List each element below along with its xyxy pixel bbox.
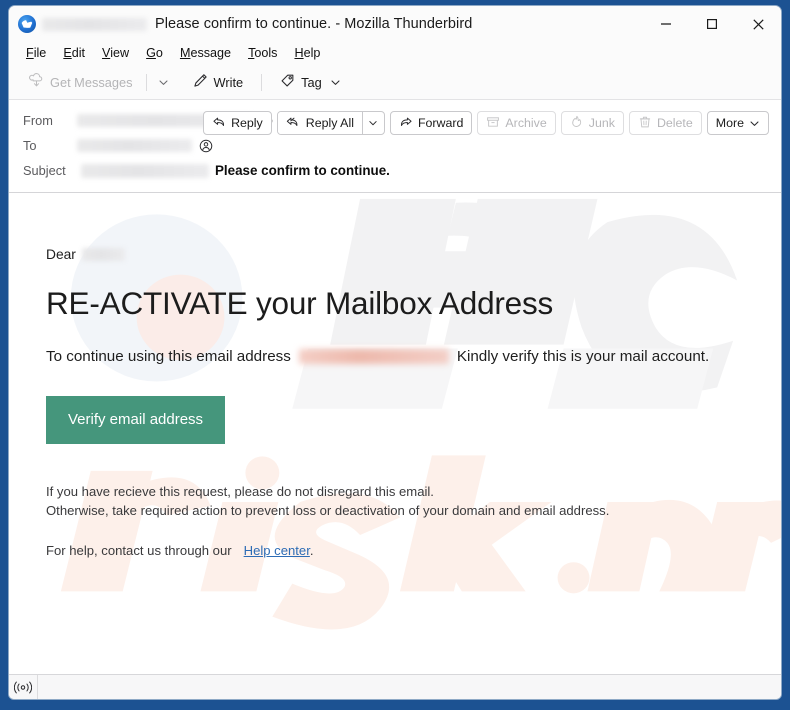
- write-button[interactable]: Write: [185, 70, 252, 94]
- thunderbird-logo-icon: [18, 15, 36, 33]
- trash-icon: [638, 115, 652, 132]
- delete-button[interactable]: Delete: [628, 111, 702, 135]
- more-label: More: [715, 116, 744, 130]
- get-messages-dropdown[interactable]: [152, 74, 175, 91]
- thunderbird-window: Please confirm to continue. - Mozilla Th…: [8, 5, 782, 700]
- tag-button[interactable]: Tag: [272, 70, 349, 94]
- tag-icon: [280, 73, 295, 91]
- to-label: To: [23, 138, 37, 153]
- window-controls: [643, 6, 781, 42]
- menu-edit[interactable]: Edit: [56, 44, 92, 63]
- reply-all-button[interactable]: Reply All: [277, 112, 362, 134]
- title-bar: Please confirm to continue. - Mozilla Th…: [9, 6, 781, 42]
- window-title: Please confirm to continue. - Mozilla Th…: [155, 16, 473, 32]
- message-header-pane: From To Subject Please confirm to contin…: [9, 100, 781, 193]
- paragraph-text-before: To continue using this email address: [46, 348, 291, 366]
- greeting-text: Dear: [46, 246, 76, 262]
- menu-go[interactable]: Go: [139, 44, 170, 63]
- broadcast-signal-icon[interactable]: [9, 675, 38, 699]
- maximize-button[interactable]: [689, 6, 735, 42]
- close-button[interactable]: [735, 6, 781, 42]
- email-footer-text: If you have recieve this request, please…: [46, 482, 781, 520]
- reply-all-split-button: Reply All: [276, 111, 385, 135]
- chevron-down-icon: [330, 77, 341, 88]
- subject-prefix-redacted: [81, 163, 209, 178]
- help-prefix-text: For help, contact us through our: [46, 542, 232, 558]
- paragraph-text-after: Kindly verify this is your mail account.: [456, 348, 710, 366]
- footer-line-2: Otherwise, take required action to preve…: [46, 503, 610, 519]
- email-content: Dear RE-ACTIVATE your Mailbox Address To…: [9, 193, 781, 558]
- title-redacted-account: [42, 17, 147, 31]
- main-toolbar: Get Messages Write Tag: [9, 65, 781, 100]
- menu-tools[interactable]: Tools: [241, 44, 284, 63]
- menu-file[interactable]: File: [19, 44, 53, 63]
- subject-row: Subject Please confirm to continue.: [9, 158, 781, 183]
- reply-arrow-icon: [212, 115, 226, 132]
- to-row: To: [9, 133, 781, 158]
- archive-box-icon: [486, 115, 500, 132]
- chevron-down-icon: [749, 118, 760, 129]
- junk-button[interactable]: Junk: [560, 111, 624, 135]
- help-suffix-text: .: [309, 542, 314, 558]
- junk-flame-icon: [570, 115, 584, 132]
- subject-label: Subject: [23, 163, 66, 178]
- get-messages-label: Get Messages: [50, 74, 133, 90]
- greeting-line: Dear: [46, 245, 781, 263]
- email-paragraph: To continue using this email address Kin…: [46, 348, 781, 365]
- reply-all-label: Reply All: [305, 116, 354, 130]
- message-body-pane: Dear RE-ACTIVATE your Mailbox Address To…: [9, 193, 781, 674]
- message-actions-toolbar: Reply Reply All Forward Archive Junk Del…: [203, 111, 769, 135]
- menu-bar: File Edit View Go Message Tools Help: [9, 42, 781, 65]
- reply-button[interactable]: Reply: [203, 111, 272, 135]
- menu-view[interactable]: View: [95, 44, 136, 63]
- write-label: Write: [213, 74, 244, 90]
- reply-all-arrow-icon: [286, 115, 301, 132]
- toolbar-separator-2: [261, 73, 263, 91]
- reply-label: Reply: [231, 116, 263, 130]
- help-center-link[interactable]: Help center: [244, 543, 310, 558]
- minimize-button[interactable]: [643, 6, 689, 42]
- subject-value: Please confirm to continue.: [215, 163, 390, 178]
- recipient-name-redacted: [81, 247, 125, 261]
- reply-all-dropdown[interactable]: [361, 112, 384, 134]
- email-headline: RE-ACTIVATE your Mailbox Address: [46, 285, 554, 321]
- forward-button[interactable]: Forward: [389, 111, 473, 135]
- get-messages-button[interactable]: Get Messages: [21, 70, 141, 94]
- footer-line-1: If you have recieve this request, please…: [46, 484, 434, 500]
- junk-label: Junk: [588, 116, 615, 130]
- archive-label: Archive: [505, 116, 547, 130]
- email-address-redacted: [298, 349, 449, 365]
- toolbar-separator-1: [145, 73, 147, 91]
- more-button[interactable]: More: [706, 111, 769, 135]
- from-label: From: [23, 113, 53, 128]
- to-address-redacted[interactable]: [77, 139, 192, 152]
- help-row: For help, contact us through our Help cen…: [46, 543, 781, 558]
- forward-arrow-icon: [399, 115, 413, 132]
- cloud-download-icon: [29, 73, 44, 91]
- menu-message[interactable]: Message: [173, 44, 238, 63]
- menu-help[interactable]: Help: [287, 44, 327, 63]
- verify-email-address-button[interactable]: Verify email address: [46, 396, 226, 445]
- archive-button[interactable]: Archive: [477, 111, 556, 135]
- tag-label: Tag: [301, 74, 322, 90]
- delete-label: Delete: [656, 116, 693, 130]
- contact-person-icon[interactable]: [199, 139, 213, 153]
- pencil-icon: [193, 73, 208, 91]
- forward-label: Forward: [417, 116, 464, 130]
- status-bar: [9, 674, 781, 699]
